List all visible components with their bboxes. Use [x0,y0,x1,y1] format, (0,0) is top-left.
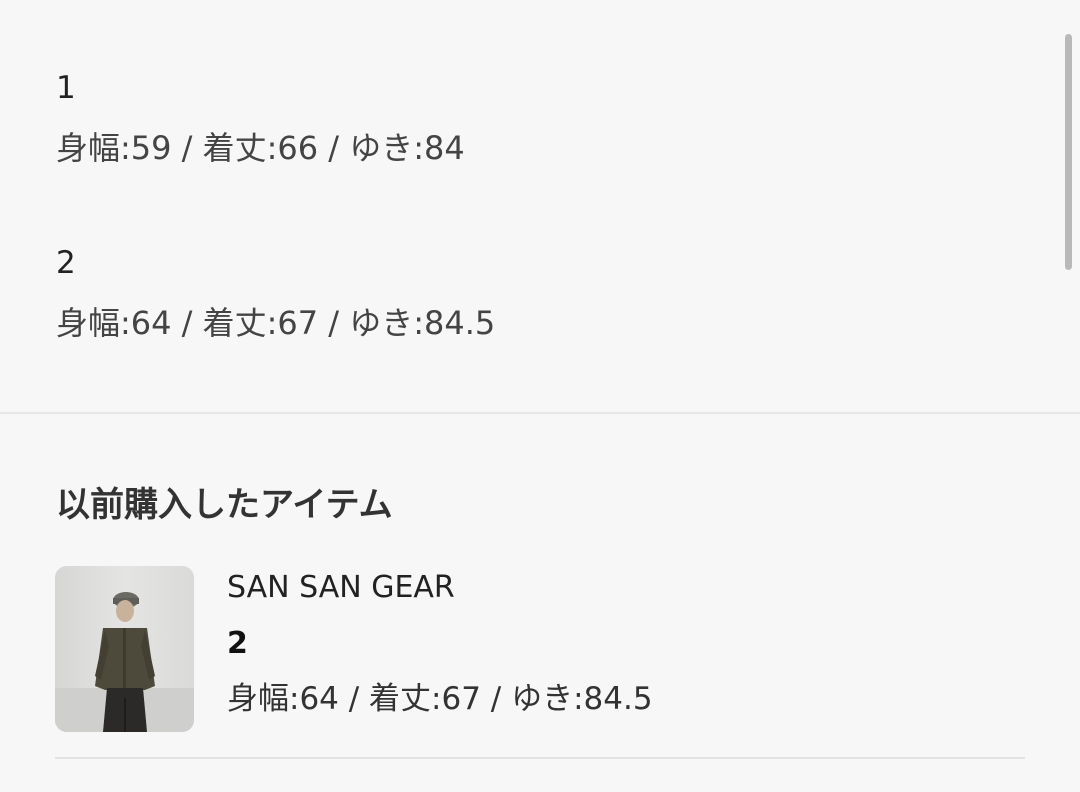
size-measurements: 身幅:64 / 着丈:67 / ゆき:84.5 [56,304,496,342]
size-option-1: 1 身幅:59 / 着丈:66 / ゆき:84 [56,70,465,167]
size-name: 2 [56,245,76,281]
item-brand: SAN SAN GEAR [227,570,455,605]
size-name: 1 [56,70,76,106]
purchased-item[interactable]: SAN SAN GEAR 2 身幅:64 / 着丈:67 / ゆき:84.5 [55,566,1025,732]
item-size: 2 [227,626,248,661]
previous-purchases-title: 以前購入したアイテム [56,485,393,525]
item-measurements: 身幅:64 / 着丈:67 / ゆき:84.5 [227,681,653,717]
scrollbar[interactable] [1065,34,1072,270]
purchased-item-info: SAN SAN GEAR 2 身幅:64 / 着丈:67 / ゆき:84.5 [227,566,653,717]
section-divider [0,412,1080,414]
product-thumbnail[interactable] [55,566,194,732]
item-divider [55,757,1025,759]
size-measurements: 身幅:59 / 着丈:66 / ゆき:84 [56,129,465,167]
size-option-2: 2 身幅:64 / 着丈:67 / ゆき:84.5 [56,245,495,342]
product-photo-icon [55,566,194,732]
